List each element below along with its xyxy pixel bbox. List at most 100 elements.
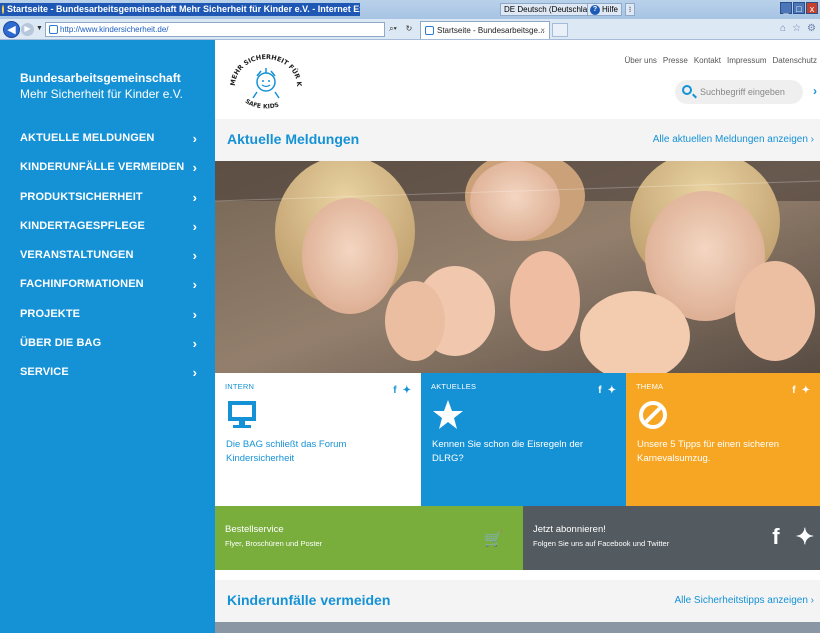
back-button[interactable]: ◀: [3, 21, 20, 38]
twitter-icon[interactable]: ✦: [403, 385, 411, 396]
maximize-button[interactable]: □: [793, 2, 805, 14]
top-links: Über uns Presse Kontakt Impressum Datens…: [624, 56, 817, 65]
tile-social: f ✦: [598, 385, 616, 396]
safe-kids-logo[interactable]: MEHR SICHERHEIT FÜR KINDER SAFE KIDS: [227, 52, 305, 112]
twitter-icon[interactable]: ✦: [796, 524, 814, 550]
facebook-icon[interactable]: f: [393, 385, 396, 396]
toolbar-options-button[interactable]: ⁝: [625, 3, 635, 16]
tile-aktuelles[interactable]: AKTUELLES f ✦ Kennen Sie schon die Eisre…: [421, 373, 626, 506]
tile-text: Unsere 5 Tipps für einen sicheren Karnev…: [637, 439, 780, 464]
all-tips-link[interactable]: Alle Sicherheitstipps anzeigen ›: [674, 595, 814, 606]
chevron-right-icon: ›: [192, 306, 197, 322]
monitor-icon: [228, 401, 256, 428]
logo-text-bottom: SAFE KIDS: [244, 98, 280, 111]
no-entry-icon: [639, 401, 667, 429]
sidebar-item-fachinformationen[interactable]: FACHINFORMATIONEN ›: [0, 270, 215, 299]
svg-text:SAFE KIDS: SAFE KIDS: [244, 98, 280, 111]
tile-category: THEMA: [636, 382, 664, 391]
link-datenschutz[interactable]: Datenschutz: [773, 56, 817, 65]
main-content: MEHR SICHERHEIT FÜR KINDER SAFE KIDS Übe…: [215, 40, 820, 633]
nav-label: KINDERUNFÄLLE VERMEIDEN: [20, 161, 185, 174]
sidebar-item-ueber-die-bag[interactable]: ÜBER DIE BAG ›: [0, 329, 215, 358]
url-tools: ⌕▾ ↻: [386, 22, 416, 37]
tab-startseite[interactable]: Startseite - Bundesarbeitsge... ×: [420, 21, 550, 39]
help-button[interactable]: ? Hilfe: [587, 3, 623, 16]
sidebar-item-kindertagespflege[interactable]: KINDERTAGESPFLEGE ›: [0, 212, 215, 241]
nav-label: AKTUELLE MELDUNGEN: [20, 132, 155, 144]
banner-title: Jetzt abonnieren!: [533, 524, 606, 535]
subscribe-banner[interactable]: Jetzt abonnieren! Folgen Sie uns auf Fac…: [523, 506, 820, 570]
tile-social: f ✦: [393, 385, 411, 396]
page-icon: [49, 25, 58, 34]
sidebar-item-kinderunfaelle-vermeiden[interactable]: KINDERUNFÄLLE VERMEIDEN ›: [0, 153, 215, 182]
help-label: Hilfe: [602, 5, 619, 14]
chevron-right-icon: ›: [192, 160, 197, 176]
nav-label: KINDERTAGESPFLEGE: [20, 219, 145, 232]
close-button[interactable]: x: [806, 2, 818, 14]
banners: Bestellservice Flyer, Broschüren und Pos…: [215, 506, 820, 570]
twitter-icon[interactable]: ✦: [802, 385, 810, 396]
tile-social: f ✦: [792, 385, 810, 396]
new-tab-button[interactable]: [552, 23, 568, 37]
section-heading: Kinderunfälle vermeiden: [227, 592, 391, 608]
window-title-text: Startseite - Bundesarbeitsgemeinschaft M…: [7, 4, 360, 14]
facebook-icon[interactable]: f: [772, 524, 779, 550]
minimize-button[interactable]: _: [780, 2, 792, 14]
tab-title: Startseite - Bundesarbeitsge...: [437, 26, 545, 35]
link-impressum[interactable]: Impressum: [727, 56, 767, 65]
twitter-icon[interactable]: ✦: [608, 385, 616, 396]
window-controls: _ □ x: [780, 2, 818, 14]
link-kontakt[interactable]: Kontakt: [694, 56, 721, 65]
organization-name[interactable]: Bundesarbeitsgemeinschaft Mehr Sicherhei…: [20, 70, 183, 102]
hero-image-children-at-window[interactable]: [215, 161, 820, 373]
facebook-icon[interactable]: f: [598, 385, 601, 396]
settings-gear-icon[interactable]: ⚙: [807, 23, 816, 34]
link-presse[interactable]: Presse: [663, 56, 688, 65]
chevron-right-icon: ›: [192, 189, 197, 205]
tab-close-icon[interactable]: ×: [540, 22, 545, 39]
banner-title: Bestellservice: [225, 524, 284, 535]
tile-category: AKTUELLES: [431, 382, 477, 391]
home-icon[interactable]: ⌂: [780, 23, 786, 34]
nav-label: VERANSTALTUNGEN: [20, 249, 134, 262]
sidebar-item-produktsicherheit[interactable]: PRODUKTSICHERHEIT ›: [0, 183, 215, 212]
url-field[interactable]: http://www.kindersicherheit.de/: [45, 22, 385, 37]
window-title: Startseite - Bundesarbeitsgemeinschaft M…: [0, 3, 360, 16]
org-name-line1: Bundesarbeitsgemeinschaft: [20, 71, 181, 85]
nav-label: ÜBER DIE BAG: [20, 337, 102, 350]
banner-subtitle: Folgen Sie uns auf Facebook und Twitter: [533, 539, 670, 548]
forward-button[interactable]: ▶: [21, 23, 34, 36]
sidebar-item-veranstaltungen[interactable]: VERANSTALTUNGEN ›: [0, 241, 215, 270]
address-bar: ◀ ▶ ▼ http://www.kindersicherheit.de/ ⌕▾…: [0, 19, 820, 40]
search-submit-button[interactable]: ›: [813, 84, 817, 98]
chevron-right-icon: ›: [192, 131, 197, 146]
all-news-link[interactable]: Alle aktuellen Meldungen anzeigen ›: [653, 134, 814, 145]
sidebar-item-aktuelle-meldungen[interactable]: AKTUELLE MELDUNGEN ›: [0, 124, 215, 153]
org-name-line2: Mehr Sicherheit für Kinder e.V.: [20, 87, 183, 101]
nav-label: FACHINFORMATIONEN: [20, 278, 144, 291]
sidebar: Bundesarbeitsgemeinschaft Mehr Sicherhei…: [0, 40, 215, 633]
tile-thema[interactable]: THEMA f ✦ Unsere 5 Tipps für einen siche…: [626, 373, 820, 506]
chevron-right-icon: ›: [192, 336, 197, 352]
favorites-star-icon[interactable]: ☆: [792, 23, 801, 34]
main-navigation: AKTUELLE MELDUNGEN › KINDERUNFÄLLE VERMEI…: [0, 124, 215, 388]
ie-logo-icon: [2, 5, 4, 14]
search-input[interactable]: Suchbegriff eingeben: [675, 80, 803, 104]
link-ueber-uns[interactable]: Über uns: [624, 56, 656, 65]
url-text: http://www.kindersicherheit.de/: [60, 25, 169, 34]
sidebar-item-service[interactable]: SERVICE ›: [0, 358, 215, 387]
history-dropdown-icon[interactable]: ▼: [36, 25, 43, 32]
order-service-banner[interactable]: Bestellservice Flyer, Broschüren und Pos…: [215, 506, 523, 570]
nav-label: SERVICE: [20, 366, 69, 379]
tile-category: INTERN: [225, 382, 255, 391]
refresh-icon[interactable]: ↻: [402, 22, 416, 37]
tile-text: Die BAG schließt das Forum Kindersicherh…: [226, 439, 347, 464]
facebook-icon[interactable]: f: [792, 385, 795, 396]
search-dropdown-icon[interactable]: ⌕▾: [386, 22, 400, 37]
chevron-right-icon: ›: [192, 248, 197, 264]
tile-intern[interactable]: INTERN f ✦ Die BAG schließt das Forum Ki…: [215, 373, 421, 506]
sidebar-item-projekte[interactable]: PROJEKTE ›: [0, 300, 215, 329]
nav-label: PRODUKTSICHERHEIT: [20, 190, 143, 203]
browser-tools: ⌂ ☆ ⚙: [780, 23, 816, 34]
star-icon: [433, 400, 463, 429]
